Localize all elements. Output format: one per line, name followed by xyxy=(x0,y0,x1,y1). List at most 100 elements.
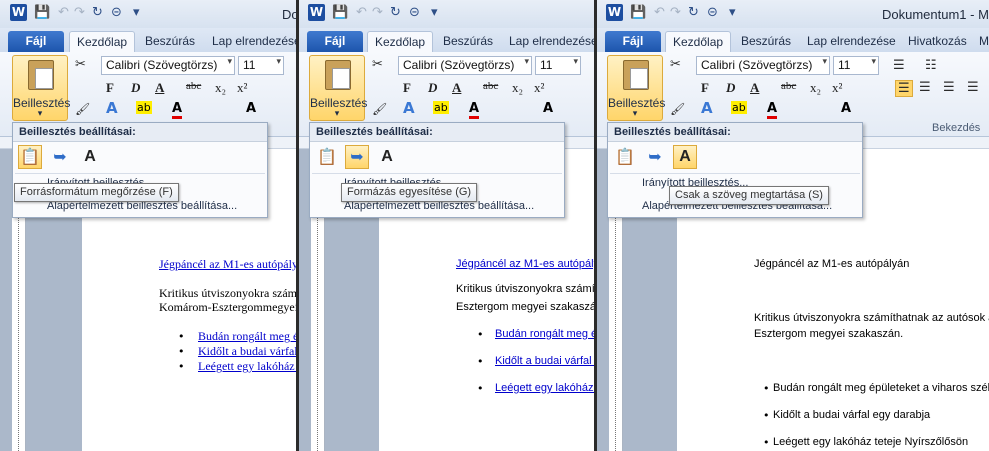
subscript-button[interactable]: x₂ xyxy=(512,80,523,96)
tab-file[interactable]: Fájl xyxy=(605,31,661,52)
keep-source-formatting-option[interactable]: 📋 xyxy=(18,145,42,169)
word-app-icon[interactable]: W xyxy=(308,4,325,21)
superscript-button[interactable]: x² xyxy=(832,80,842,96)
text-effects-icon[interactable]: A xyxy=(701,99,713,117)
more-icon[interactable]: ⊝ xyxy=(707,5,718,20)
strikethrough-button[interactable]: abc xyxy=(781,80,796,92)
font-size-combo[interactable]: 11 ▾ xyxy=(535,56,581,75)
more-icon[interactable]: ⊝ xyxy=(111,5,122,20)
merge-formatting-option[interactable]: ➥ xyxy=(345,145,369,169)
tab-layout[interactable]: Lap elrendezése xyxy=(807,31,896,52)
tab-layout[interactable]: Lap elrendezése xyxy=(212,31,298,52)
align-center-icon[interactable]: ☰ xyxy=(919,80,931,95)
font-name-combo[interactable]: Calibri (Szövegtörzs) ▾ xyxy=(398,56,532,75)
bold-button[interactable]: F xyxy=(701,80,709,96)
undo-icon[interactable]: ↶ xyxy=(356,5,367,20)
bold-button[interactable]: F xyxy=(106,80,114,96)
subscript-button[interactable]: x₂ xyxy=(810,80,821,96)
paste-button[interactable]: Beillesztés ▾ xyxy=(309,55,367,121)
tab-insert[interactable]: Beszúrás xyxy=(145,31,195,52)
doc-bullet-2[interactable]: Kidőlt a budai várfal egy darabja xyxy=(495,355,595,367)
text-effects-icon[interactable]: A xyxy=(106,99,118,117)
grow-font-icon[interactable]: A xyxy=(543,101,553,116)
tab-file[interactable]: Fájl xyxy=(8,31,64,52)
tab-references[interactable]: Hivatkozás xyxy=(908,31,967,52)
cut-icon[interactable]: ✂ xyxy=(372,57,383,72)
keep-source-formatting-option[interactable]: 📋 xyxy=(613,145,637,169)
refresh-icon[interactable]: ↻ xyxy=(390,5,401,20)
keep-text-only-option[interactable]: A xyxy=(375,145,399,169)
font-size-combo[interactable]: 11 ▾ xyxy=(833,56,879,75)
tab-home[interactable]: Kezdőlap xyxy=(665,31,732,52)
word-app-icon[interactable]: W xyxy=(606,4,623,21)
superscript-button[interactable]: x² xyxy=(534,80,544,96)
save-icon[interactable]: 💾 xyxy=(34,5,50,20)
tab-layout[interactable]: Lap elrendezése xyxy=(509,31,595,52)
font-name-combo[interactable]: Calibri (Szövegtörzs) ▾ xyxy=(101,56,235,75)
bullets-icon[interactable]: ☰ xyxy=(893,58,905,73)
highlight-icon[interactable]: ab xyxy=(433,101,449,114)
redo-icon[interactable]: ↷ xyxy=(670,5,681,20)
customize-qat-icon[interactable]: ▾ xyxy=(431,5,438,20)
refresh-icon[interactable]: ↻ xyxy=(688,5,699,20)
underline-button[interactable]: A xyxy=(750,80,759,96)
format-painter-icon[interactable]: 🖌 xyxy=(372,102,387,116)
doc-bullet-2[interactable]: Kidőlt a budai várfal egy darabja xyxy=(198,344,298,359)
tab-next[interactable]: M xyxy=(979,31,989,52)
doc-bullet-1[interactable]: Budán rongált meg épületeket a viharos s… xyxy=(495,328,595,340)
font-name-combo[interactable]: Calibri (Szövegtörzs) ▾ xyxy=(696,56,830,75)
tab-file[interactable]: Fájl xyxy=(307,31,363,52)
format-painter-icon[interactable]: 🖌 xyxy=(75,102,90,116)
align-right-icon[interactable]: ☰ xyxy=(943,80,955,95)
refresh-icon[interactable]: ↻ xyxy=(92,5,103,20)
doc-bullet-3[interactable]: Leégett egy lakóház teteje Nyírszőlősön xyxy=(495,382,595,394)
save-icon[interactable]: 💾 xyxy=(630,5,646,20)
text-effects-icon[interactable]: A xyxy=(403,99,415,117)
strikethrough-button[interactable]: abc xyxy=(186,80,201,92)
strikethrough-button[interactable]: abc xyxy=(483,80,498,92)
tab-home[interactable]: Kezdőlap xyxy=(69,31,136,52)
highlight-icon[interactable]: ab xyxy=(731,101,747,114)
grow-font-icon[interactable]: A xyxy=(246,101,256,116)
keep-text-only-option[interactable]: A xyxy=(78,145,102,169)
redo-icon[interactable]: ↷ xyxy=(74,5,85,20)
tab-insert[interactable]: Beszúrás xyxy=(741,31,791,52)
format-painter-icon[interactable]: 🖌 xyxy=(670,102,685,116)
justify-icon[interactable]: ☰ xyxy=(967,80,979,95)
cut-icon[interactable]: ✂ xyxy=(75,57,86,72)
customize-qat-icon[interactable]: ▾ xyxy=(133,5,140,20)
subscript-button[interactable]: x₂ xyxy=(215,80,226,96)
word-app-icon[interactable]: W xyxy=(10,4,27,21)
highlight-icon[interactable]: ab xyxy=(136,101,152,114)
undo-icon[interactable]: ↶ xyxy=(654,5,665,20)
font-size-combo[interactable]: 11 ▾ xyxy=(238,56,284,75)
bold-button[interactable]: F xyxy=(403,80,411,96)
merge-formatting-option[interactable]: ➥ xyxy=(48,145,72,169)
redo-icon[interactable]: ↷ xyxy=(372,5,383,20)
undo-icon[interactable]: ↶ xyxy=(58,5,69,20)
align-left-icon[interactable]: ☰ xyxy=(895,80,913,97)
underline-button[interactable]: A xyxy=(452,80,461,96)
merge-formatting-option[interactable]: ➥ xyxy=(643,145,667,169)
keep-source-formatting-option[interactable]: 📋 xyxy=(315,145,339,169)
paste-button[interactable]: Beillesztés ▾ xyxy=(607,55,665,121)
doc-bullet-1[interactable]: Budán rongált meg épületeket a viharos s… xyxy=(198,329,298,344)
tab-insert[interactable]: Beszúrás xyxy=(443,31,493,52)
tab-home[interactable]: Kezdőlap xyxy=(367,31,434,52)
keep-text-only-option[interactable]: A xyxy=(673,145,697,169)
customize-qat-icon[interactable]: ▾ xyxy=(729,5,736,20)
paste-button[interactable]: Beillesztés ▾ xyxy=(12,55,70,121)
doc-title-link[interactable]: Jégpáncél az M1-es autópályán xyxy=(456,258,595,270)
font-color-icon[interactable]: A xyxy=(767,101,778,119)
doc-bullet-3[interactable]: Leégett egy lakóház teteje Nyírszőlősön xyxy=(198,359,298,374)
doc-title-link[interactable]: Jégpáncél az M1-es autópályán xyxy=(159,257,298,272)
font-color-icon[interactable]: A xyxy=(469,101,480,119)
grow-font-icon[interactable]: A xyxy=(841,101,851,116)
italic-button[interactable]: D xyxy=(428,80,437,96)
underline-button[interactable]: A xyxy=(155,80,164,96)
italic-button[interactable]: D xyxy=(726,80,735,96)
more-icon[interactable]: ⊝ xyxy=(409,5,420,20)
font-color-icon[interactable]: A xyxy=(172,101,183,119)
numbering-icon[interactable]: ☷ xyxy=(925,58,937,73)
italic-button[interactable]: D xyxy=(131,80,140,96)
